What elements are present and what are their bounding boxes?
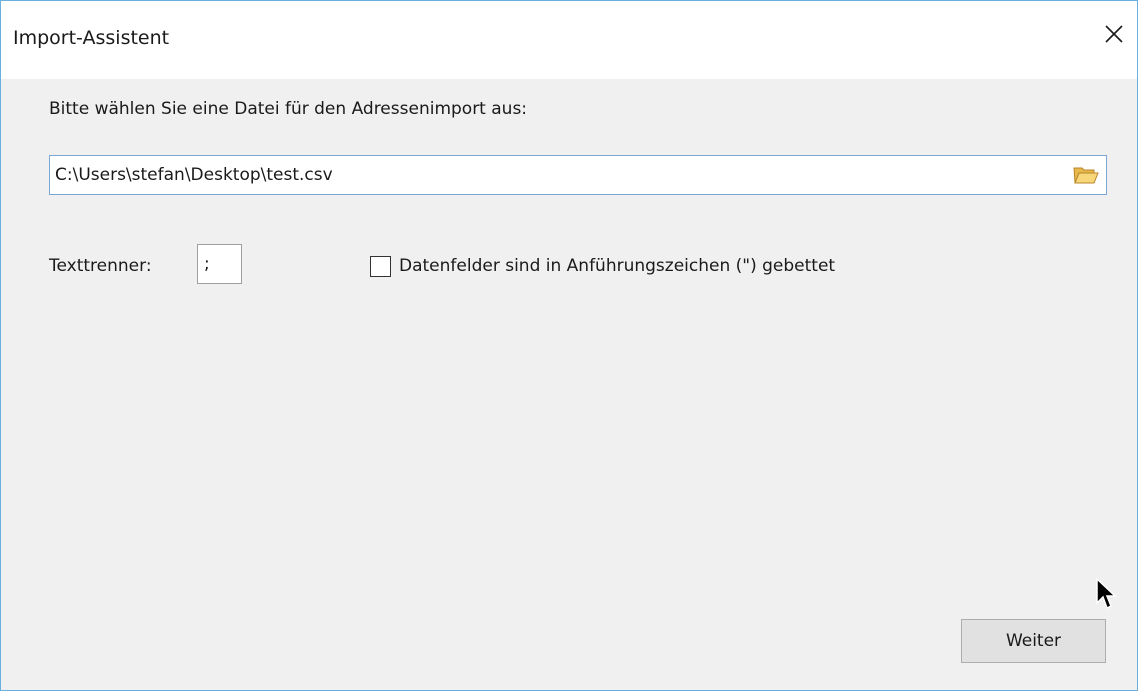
close-icon bbox=[1105, 25, 1123, 43]
folder-open-icon bbox=[1073, 167, 1099, 184]
browse-button[interactable] bbox=[1072, 164, 1100, 186]
file-path-field bbox=[49, 155, 1107, 195]
file-prompt-label: Bitte wählen Sie eine Datei für den Adre… bbox=[49, 99, 528, 119]
title-bar: Import-Assistent bbox=[1, 1, 1137, 79]
mouse-pointer-icon bbox=[1096, 577, 1117, 610]
quotes-checkbox[interactable] bbox=[370, 256, 391, 277]
close-button[interactable] bbox=[1091, 11, 1137, 57]
quotes-checkbox-label[interactable]: Datenfelder sind in Anführungszeichen ("… bbox=[399, 256, 835, 276]
separator-label: Texttrenner: bbox=[49, 256, 152, 276]
window-title: Import-Assistent bbox=[13, 27, 170, 49]
dialog-body: Bitte wählen Sie eine Datei für den Adre… bbox=[1, 79, 1137, 690]
import-assistant-window: Import-Assistent Bitte wählen Sie eine D… bbox=[0, 0, 1138, 691]
separator-input[interactable] bbox=[197, 244, 242, 284]
next-button[interactable]: Weiter bbox=[961, 619, 1106, 663]
file-path-input[interactable] bbox=[50, 156, 1060, 194]
